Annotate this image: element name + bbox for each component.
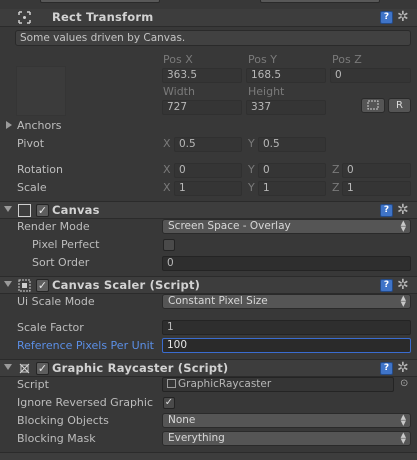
canvas-foldout-arrow[interactable] [4,206,12,212]
rotation-x-label: X [163,163,171,176]
pixel-perfect-label: Pixel Perfect [32,238,100,251]
gear-icon[interactable]: ✲ [397,277,409,293]
pos-y-label: Pos Y [248,53,277,66]
pos-y-field: 168.5 [246,68,326,83]
pixel-perfect-checkbox[interactable] [163,239,175,251]
rect-transform-title: Rect Transform [52,10,154,24]
tag-dropdown[interactable] [40,0,160,3]
canvas-scaler-foldout-arrow[interactable] [4,281,12,287]
canvas-scaler-header[interactable]: ✓ Canvas Scaler (Script) ? ✲ [0,276,417,294]
script-value: GraphicRaycaster [178,378,272,390]
scale-z-label: Z [332,181,340,194]
blocking-objects-value: None [168,414,196,426]
width-label: Width [163,85,195,98]
canvas-scaler-icon [18,279,31,292]
ui-scale-mode-value: Constant Pixel Size [168,295,268,307]
blocking-mask-dropdown[interactable]: Everything ▲ ▼ [162,431,411,446]
help-book-icon[interactable]: ? [380,362,393,375]
next-component-header [0,452,417,460]
pivot-x-label: X [163,137,171,150]
blocking-mask-label: Blocking Mask [17,432,96,445]
dropdown-arrows-icon: ▲ ▼ [400,294,406,308]
rotation-z-field: 0 [342,163,411,178]
canvas-title: Canvas [52,203,100,217]
pivot-y-field: 0.5 [258,137,326,152]
graphic-raycaster-enabled-checkbox[interactable]: ✓ [36,362,49,375]
rect-transform-icon [18,11,31,24]
help-book-icon[interactable]: ? [380,279,393,292]
script-field[interactable]: GraphicRaycaster [162,377,394,392]
help-book-icon[interactable]: ? [380,204,393,217]
blocking-objects-dropdown[interactable]: None ▲ ▼ [162,413,411,428]
blueprint-mode-button[interactable] [361,98,385,113]
gear-icon[interactable]: ✲ [397,360,409,376]
scale-factor-field[interactable]: 1 [162,320,411,335]
gear-icon[interactable]: ✲ [397,202,409,218]
blocking-objects-label: Blocking Objects [17,414,109,427]
width-field: 727 [162,100,242,115]
graphic-raycaster-title: Graphic Raycaster (Script) [52,361,229,375]
scale-x-label: X [163,181,171,194]
pos-x-label: Pos X [163,53,193,66]
pos-z-label: Pos Z [332,53,362,66]
driven-by-notice: Some values driven by Canvas. [15,30,411,46]
pivot-x-field: 0.5 [174,137,242,152]
graphic-raycaster-header[interactable]: ✓ Graphic Raycaster (Script) ? ✲ [0,359,417,377]
script-label: Script [17,378,49,391]
dropdown-arrows-icon: ▲ ▼ [400,219,406,233]
dropdown-arrows-icon: ▲ ▼ [400,431,406,445]
scale-label: Scale [17,181,47,194]
render-mode-value: Screen Space - Overlay [168,220,291,232]
height-field: 337 [246,100,326,115]
layer-dropdown[interactable] [260,0,380,3]
ui-scale-mode-label: Ui Scale Mode [17,295,95,308]
reference-pixels-per-unit-field[interactable]: 100 [162,338,411,353]
sort-order-label: Sort Order [32,256,90,269]
graphic-raycaster-icon [19,363,30,374]
anchors-foldout-arrow[interactable] [6,121,12,129]
reference-pixels-per-unit-label: Reference Pixels Per Unit [17,339,154,352]
canvas-scaler-enabled-checkbox[interactable]: ✓ [36,279,49,292]
pos-z-field: 0 [330,68,411,83]
render-mode-label: Render Mode [17,220,90,233]
pivot-label: Pivot [17,137,45,150]
rect-transform-header[interactable]: Rect Transform ? ✲ [0,9,417,27]
rotation-label: Rotation [17,163,64,176]
help-book-icon[interactable]: ? [380,11,393,24]
render-mode-dropdown[interactable]: Screen Space - Overlay ▲ ▼ [162,219,411,234]
gear-icon[interactable]: ✲ [397,9,409,25]
scale-z-field: 1 [342,181,411,196]
anchor-presets-box[interactable] [16,66,66,116]
dropdown-arrows-icon: ▲ ▼ [400,413,406,427]
canvas-enabled-checkbox[interactable]: ✓ [36,204,49,217]
scale-y-label: Y [248,181,255,194]
rotation-z-label: Z [332,163,340,176]
blueprint-icon [367,100,379,110]
height-label: Height [248,85,285,98]
rotation-y-label: Y [248,163,255,176]
sort-order-field[interactable]: 0 [162,256,411,271]
pivot-y-label: Y [248,137,255,150]
scale-factor-label: Scale Factor [17,321,84,334]
canvas-scaler-title: Canvas Scaler (Script) [52,278,201,292]
object-picker-icon[interactable]: ⊙ [400,377,408,391]
rotation-x-field: 0 [174,163,242,178]
scale-x-field: 1 [174,181,242,196]
scale-y-field: 1 [258,181,326,196]
ignore-reversed-graphics-label: Ignore Reversed Graphic [17,396,154,409]
anchors-label[interactable]: Anchors [17,119,62,133]
raw-edit-button[interactable]: R [388,98,411,113]
tag-layer-row [0,0,417,4]
ignore-reversed-graphics-checkbox[interactable]: ✓ [163,397,175,409]
pos-x-field: 363.5 [162,68,242,83]
graphic-raycaster-foldout-arrow[interactable] [4,364,12,370]
canvas-icon [18,204,31,217]
blocking-mask-value: Everything [168,432,225,444]
script-file-icon [167,379,176,388]
canvas-header[interactable]: ✓ Canvas ? ✲ [0,201,417,219]
ui-scale-mode-dropdown[interactable]: Constant Pixel Size ▲ ▼ [162,294,411,309]
rotation-y-field: 0 [258,163,326,178]
